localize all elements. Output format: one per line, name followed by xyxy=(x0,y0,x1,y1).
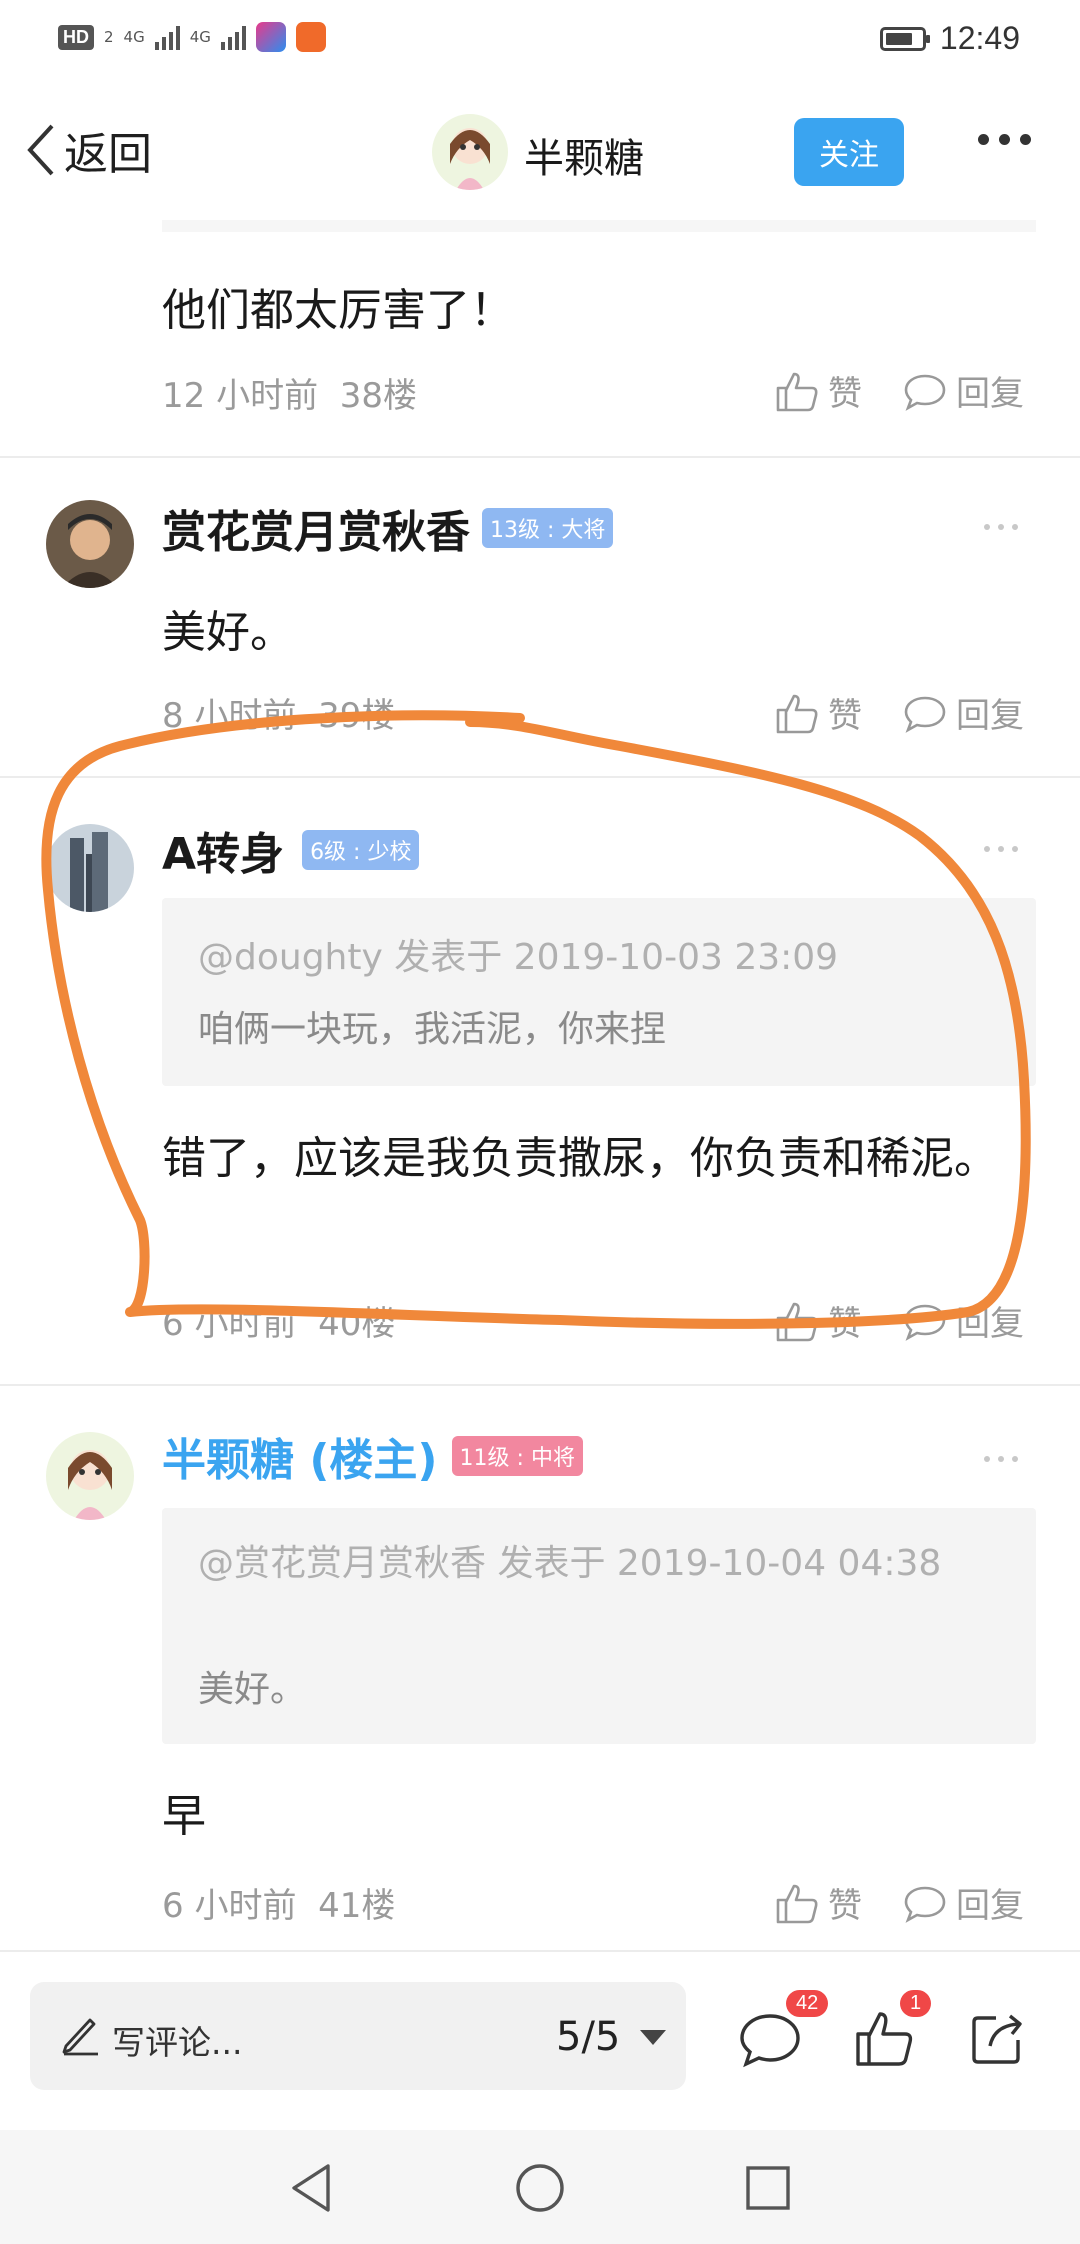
level-badge: 13级 : 大将 xyxy=(482,508,614,548)
clock: 12:49 xyxy=(939,20,1020,56)
reply-button[interactable]: 回复 xyxy=(902,366,1024,415)
sim-slot: 2 xyxy=(104,28,114,46)
post-time: 12 小时前 xyxy=(162,376,319,416)
pen-icon xyxy=(62,2018,98,2056)
username[interactable]: 赏花赏月赏秋香 xyxy=(162,496,470,560)
like-label: 赞 xyxy=(828,1886,862,1926)
status-right: 12:49 xyxy=(879,20,1020,57)
divider xyxy=(0,1384,1080,1386)
back-arrow-icon xyxy=(27,124,54,176)
like-post-button[interactable] xyxy=(852,2006,916,2074)
post-meta: 12 小时前 38楼 xyxy=(162,368,417,417)
divider xyxy=(0,1950,1080,1952)
user-avatar[interactable] xyxy=(46,1432,134,1520)
thumbs-up-icon xyxy=(856,2012,913,2066)
comment-count-badge: 42 xyxy=(786,1990,829,2017)
network-type-2: 4G xyxy=(189,28,211,46)
system-nav-bar xyxy=(0,2130,1080,2244)
page-title: 半颗糖 xyxy=(524,136,644,182)
battery-icon xyxy=(879,26,930,51)
like-button[interactable]: 赞 xyxy=(774,366,862,415)
post-meta: 6 小时前 41楼 xyxy=(162,1878,395,1927)
network-type-1: 4G xyxy=(123,28,145,46)
follow-button[interactable]: 关注 xyxy=(794,118,904,186)
post-content: 早 xyxy=(162,1791,206,1842)
thumbs-up-icon xyxy=(776,1884,818,1923)
post-content: 他们都太厉害了！ xyxy=(162,285,514,336)
quote-header: @赏花赏月赏秋香 发表于 2019-10-04 04:38 xyxy=(198,1543,942,1584)
back-button[interactable]: 返回 xyxy=(22,118,152,182)
nav-home-icon[interactable] xyxy=(512,2160,568,2216)
user-avatar[interactable] xyxy=(46,500,134,588)
signal-icon xyxy=(154,24,180,50)
post-more-icon[interactable] xyxy=(984,1456,1018,1462)
like-label: 赞 xyxy=(828,374,862,414)
reply-button[interactable]: 回复 xyxy=(902,1878,1024,1927)
comments-button[interactable] xyxy=(738,2006,802,2074)
status-indicators: HD 2 4G 4G xyxy=(58,22,326,52)
reply-label: 回复 xyxy=(956,1886,1024,1926)
comment-placeholder[interactable]: 写评论... xyxy=(112,2016,242,2064)
reply-bubble-icon xyxy=(904,1886,946,1923)
level-badge: 11级 : 中将 xyxy=(451,1436,583,1476)
caret-down-icon[interactable] xyxy=(640,2030,666,2045)
post-floor: 41楼 xyxy=(318,1886,396,1926)
back-label: 返回 xyxy=(64,129,152,180)
signal-icon-2 xyxy=(220,24,246,50)
like-count-badge: 1 xyxy=(900,1990,932,2017)
fox-app-icon xyxy=(295,22,326,52)
author-avatar[interactable] xyxy=(432,114,508,190)
nav-recents-icon[interactable] xyxy=(740,2160,796,2216)
share-button[interactable] xyxy=(966,2006,1030,2074)
previous-quote-edge xyxy=(162,220,1036,232)
page-indicator[interactable]: 5/5 xyxy=(556,2014,620,2060)
share-icon xyxy=(972,2014,1022,2064)
user-line: 半颗糖 (楼主) 11级 : 中将 xyxy=(162,1424,583,1488)
reply-label: 回复 xyxy=(956,374,1024,414)
post-floor: 38楼 xyxy=(339,376,417,416)
status-bar: HD 2 4G 4G 12:49 xyxy=(0,0,1080,80)
more-options-icon[interactable] xyxy=(978,134,1031,145)
user-line: 赏花赏月赏秋香 13级 : 大将 xyxy=(162,496,614,560)
post-more-icon[interactable] xyxy=(984,524,1018,530)
divider xyxy=(0,456,1080,458)
quoted-post[interactable]: @赏花赏月赏秋香 发表于 2019-10-04 04:38 美好。 xyxy=(162,1508,1036,1744)
like-button[interactable]: 赞 xyxy=(774,1878,862,1927)
comment-icon xyxy=(740,2014,800,2068)
post-time: 6 小时前 xyxy=(162,1886,297,1926)
post-content: 美好。 xyxy=(162,607,294,658)
quote-body: 美好。 xyxy=(198,1669,307,1710)
nav-back-icon[interactable] xyxy=(284,2160,340,2216)
youku-app-icon xyxy=(255,22,286,52)
hd-indicator: HD xyxy=(58,24,94,50)
thumbs-up-icon xyxy=(776,372,818,411)
reply-bubble-icon xyxy=(904,374,946,411)
op-username[interactable]: 半颗糖 (楼主) xyxy=(162,1424,438,1488)
annotation-circle xyxy=(41,710,1031,1329)
